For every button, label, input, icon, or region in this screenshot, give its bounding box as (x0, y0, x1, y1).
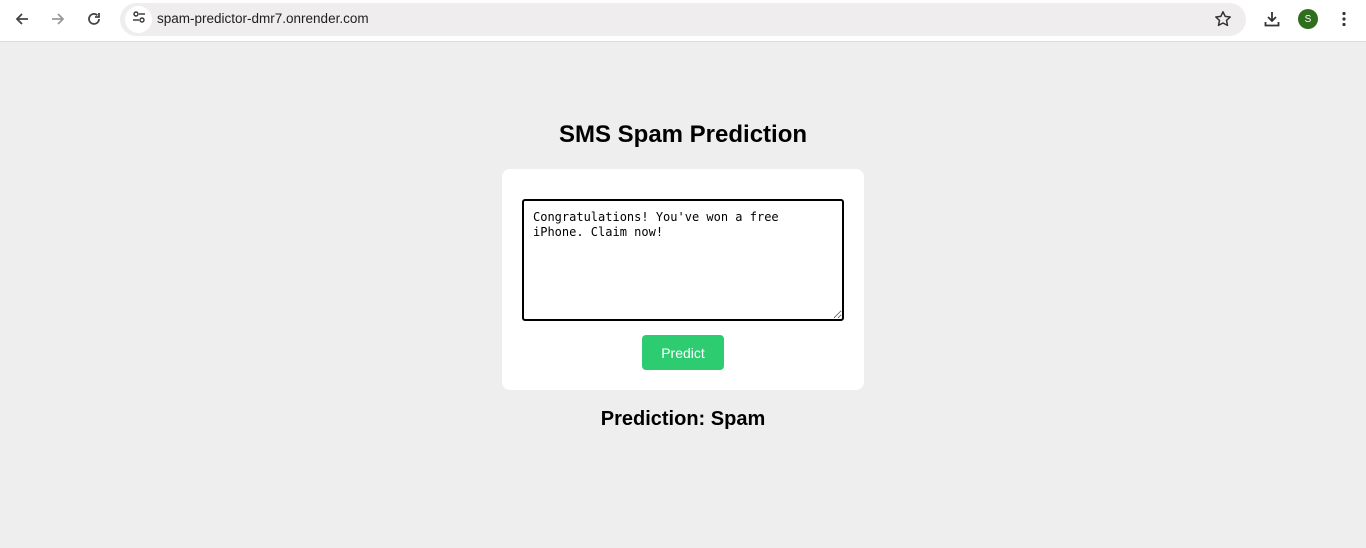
star-icon (1214, 11, 1232, 32)
url-text[interactable]: spam-predictor-dmr7.onrender.com (157, 11, 369, 26)
downloads-button[interactable] (1256, 5, 1288, 33)
reload-button[interactable] (78, 5, 110, 33)
download-icon (1263, 10, 1281, 28)
browser-toolbar: spam-predictor-dmr7.onrender.com S (0, 0, 1366, 42)
address-bar[interactable]: spam-predictor-dmr7.onrender.com (120, 3, 1246, 36)
forward-button[interactable] (42, 5, 74, 33)
prediction-result: Prediction: Spam (600, 408, 766, 430)
browser-menu-button[interactable] (1328, 5, 1360, 33)
forward-arrow-icon (50, 11, 66, 27)
tune-icon (131, 9, 147, 30)
reload-icon (86, 11, 102, 27)
kebab-menu-icon (1336, 11, 1352, 27)
predict-button[interactable]: Predict (642, 335, 724, 370)
profile-avatar[interactable]: S (1298, 9, 1318, 29)
page-title: SMS Spam Prediction (558, 121, 808, 148)
bookmark-button[interactable] (1214, 10, 1232, 33)
site-info-button[interactable] (125, 6, 152, 33)
back-arrow-icon (14, 11, 30, 27)
message-input[interactable]: Congratulations! You've won a free iPhon… (522, 199, 844, 321)
prediction-form-card: Congratulations! You've won a free iPhon… (502, 169, 864, 390)
back-button[interactable] (6, 5, 38, 33)
